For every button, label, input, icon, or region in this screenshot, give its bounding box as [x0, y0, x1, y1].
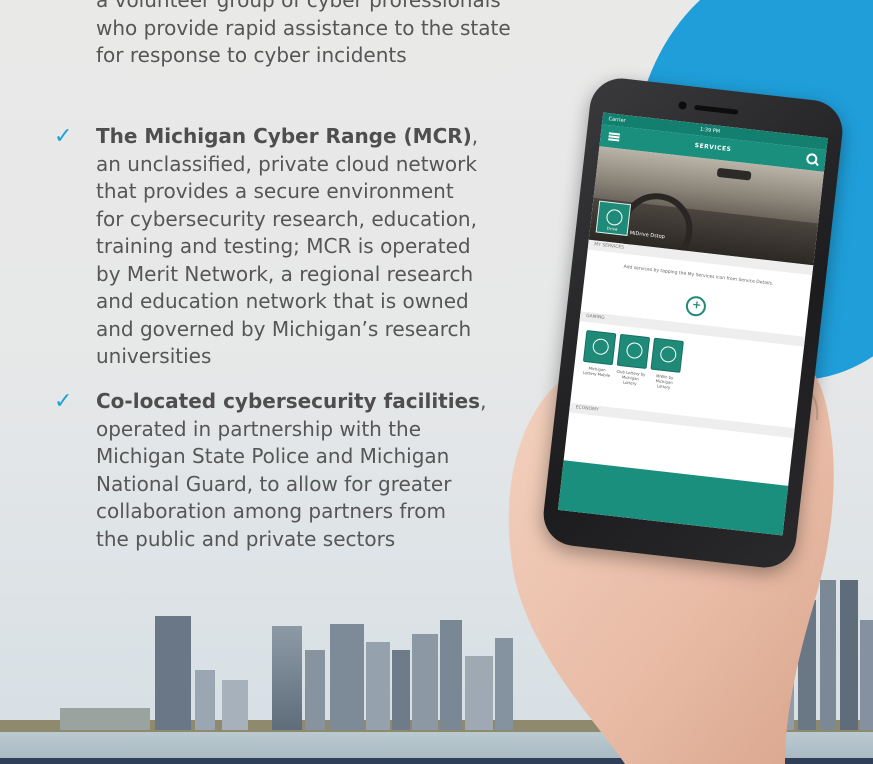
hero-service-tile[interactable]: Drive	[595, 200, 632, 237]
bullet-line: and education network that is owned	[96, 289, 469, 313]
bullet-item: Co-located cybersecurity facilities, ope…	[96, 388, 486, 553]
michigan-seal-icon	[605, 208, 624, 227]
gaming-tile[interactable]: MiWin by Michigan Lottery	[648, 337, 684, 391]
gaming-tile-caption: Club Lottery by Michigan Lottery	[616, 368, 646, 386]
page: Carrier 1:39 PM SERVICES Drive MiDrive D…	[0, 0, 873, 764]
phone-screen: Carrier 1:39 PM SERVICES Drive MiDrive D…	[557, 112, 828, 536]
hero-tile-label: Drive	[606, 225, 618, 232]
bullet-line: collaboration among partners from	[96, 499, 446, 523]
search-icon[interactable]	[805, 152, 818, 165]
bullet-line: an unclassified, private cloud network	[96, 151, 477, 176]
bullet-line: and governed by Michigan’s research	[96, 316, 472, 341]
bullet-line: universities	[96, 344, 212, 368]
bullet-line: operated in partnership with the	[96, 416, 422, 441]
bullet-line: that provides a secure environment	[96, 179, 454, 203]
bullet-line: training and testing; MCR is operated	[96, 234, 471, 258]
checkmark-icon: ✓	[54, 124, 73, 149]
intro-line: who provide rapid assistance to the stat…	[96, 15, 511, 40]
bullet-line: by Merit Network, a regional research	[96, 261, 474, 286]
bullet-line: the public and private sectors	[96, 526, 396, 551]
bullet-line: Michigan State Police and Michigan	[96, 444, 450, 468]
checkmark-icon: ✓	[54, 389, 73, 414]
body-text-column: a volunteer group of cyber professionals…	[0, 0, 560, 620]
lottery-seal-icon	[625, 341, 644, 360]
phone-camera	[678, 100, 687, 110]
intro-line: for response to cyber incidents	[96, 43, 407, 67]
bullet-line: National Guard, to allow for greater	[96, 471, 452, 496]
bullet-title: The Michigan Cyber Range (MCR)	[96, 124, 472, 148]
intro-line: a volunteer group of cyber professionals	[96, 0, 501, 12]
bullet-title: Co-located cybersecurity facilities	[96, 389, 481, 413]
bullet-title-suffix: ,	[480, 389, 487, 413]
gaming-tile[interactable]: Michigan Lottery Mobile	[581, 329, 617, 378]
lottery-seal-icon	[659, 345, 678, 364]
phone-speaker	[694, 104, 739, 115]
lottery-seal-icon	[591, 337, 610, 356]
bullet-item: The Michigan Cyber Range (MCR), an uncla…	[96, 123, 478, 371]
bullet-title-suffix: ,	[471, 124, 479, 148]
bullet-line: for cybersecurity research, education,	[96, 206, 477, 231]
app-footer-bar	[557, 460, 789, 536]
smartphone: Carrier 1:39 PM SERVICES Drive MiDrive D…	[540, 75, 846, 571]
intro-paragraph: a volunteer group of cyber professionals…	[96, 0, 511, 70]
gaming-tile-caption: Michigan Lottery Mobile	[582, 365, 611, 378]
gaming-tile[interactable]: Club Lottery by Michigan Lottery	[615, 333, 651, 387]
status-time: 1:39 PM	[699, 126, 721, 135]
status-carrier: Carrier	[608, 116, 626, 125]
gaming-tile-caption: MiWin by Michigan Lottery	[655, 373, 674, 390]
add-service-icon[interactable]	[684, 295, 707, 318]
